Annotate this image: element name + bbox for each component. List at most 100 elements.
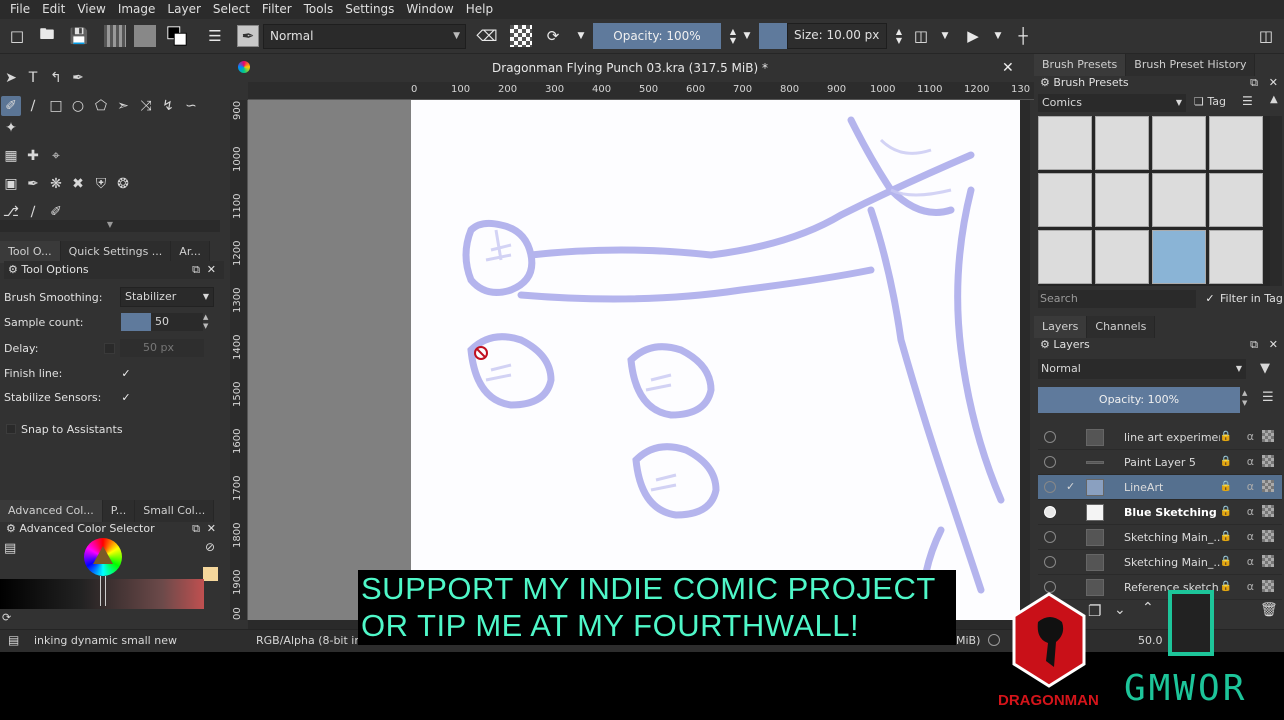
polyline-tool-icon[interactable]: ➣ [113,96,133,116]
tab-layers[interactable]: Layers [1034,316,1088,338]
alpha-icon[interactable]: α [1247,530,1254,543]
float-icon[interactable]: ⧉ [1250,336,1258,354]
tab-advanced-color[interactable]: Advanced Col... [0,500,103,522]
tab-brush-preset-history[interactable]: Brush Preset History [1126,54,1256,76]
layer-row[interactable]: line art experiment 🔒 α [1038,425,1282,450]
refresh-icon[interactable]: ⟳ [2,611,11,624]
toolbox-collapse-handle[interactable]: ▼ [0,220,220,232]
fg-bg-color-icon[interactable] [166,25,188,47]
open-folder-icon[interactable]: 🖿 [36,25,58,47]
brush-preset-tile[interactable] [1038,230,1092,284]
finish-line-checkbox[interactable]: ✓ [120,368,132,380]
tag-button[interactable]: ❏ Tag [1194,95,1226,108]
move-down-icon[interactable]: ⌄ [1114,602,1126,618]
lock-icon[interactable]: 🔒 [1220,481,1232,492]
brush-preset-tile[interactable] [1209,116,1263,170]
freehand-path-icon[interactable]: ↯ [158,96,178,116]
mirror-vertical-icon[interactable]: ▶ [962,25,984,47]
polygon-tool-icon[interactable]: ⬠ [91,96,111,116]
stabilize-sensors-checkbox[interactable]: ✓ [120,392,132,404]
brush-preset-tile[interactable] [1209,230,1263,284]
close-icon[interactable]: ✕ [207,261,216,279]
layer-opacity-spin-icon[interactable]: ▲ ▼ [1242,388,1247,408]
ellipse-tool-icon[interactable]: ○ [68,96,88,116]
layer-row[interactable]: Sketching Main_... 🔒 α [1038,550,1282,575]
alpha-icon[interactable]: α [1247,555,1254,568]
inherit-alpha-icon[interactable] [1262,430,1274,442]
brush-smoothing-select[interactable]: Stabilizer ▼ [120,287,214,307]
delay-checkbox[interactable] [104,343,115,354]
menu-tools[interactable]: Tools [298,0,340,19]
tab-tool-options[interactable]: Tool O... [0,241,61,263]
select-shape-icon[interactable]: ➤ [1,68,21,88]
size-slider-fill[interactable] [759,23,787,49]
visibility-eye-icon[interactable] [1044,481,1056,493]
menu-view[interactable]: View [71,0,111,19]
freehand-brush-icon[interactable]: ✐ [1,96,21,116]
brush-preset-tile[interactable] [1038,173,1092,227]
tab-artistic[interactable]: Ar... [171,241,210,263]
brush-tag-select[interactable]: Comics ▼ [1038,94,1186,112]
workspace-icon[interactable]: ◫ [1255,25,1277,47]
text-tool-icon[interactable]: T [23,68,43,88]
dynamic-brush-icon[interactable]: ∽ [181,96,201,116]
blend-mode-select[interactable]: Normal ▼ [263,24,466,49]
close-icon[interactable]: ✕ [207,520,216,538]
menu-layer[interactable]: Layer [161,0,206,19]
menu-edit[interactable]: Edit [36,0,71,19]
tab-small-color[interactable]: Small Col... [135,500,215,522]
chevron-down-icon[interactable]: ▼ [736,25,758,47]
brush-preset-tile[interactable] [1152,116,1206,170]
close-icon[interactable]: ✕ [1269,74,1278,92]
alpha-lock-icon[interactable] [510,25,532,47]
wrap-around-icon[interactable]: ┼ [1012,25,1034,47]
pattern-edit-icon[interactable]: ❂ [113,174,133,194]
lock-icon[interactable]: 🔒 [1220,531,1232,542]
brush-presets-icon[interactable]: ☰ [204,25,226,47]
inherit-alpha-icon[interactable] [1262,480,1274,492]
measure-tool-icon[interactable]: ⎇ [1,202,21,222]
edit-shape-icon[interactable]: ↰ [46,68,66,88]
brush-preset-tile[interactable] [1038,116,1092,170]
close-icon[interactable]: ✕ [1269,336,1278,354]
reset-color-icon[interactable]: ⊘ [205,540,215,554]
menu-select[interactable]: Select [207,0,256,19]
layer-blend-mode-select[interactable]: Normal ▼ [1038,359,1246,379]
pattern-swatch[interactable] [134,25,156,47]
size-slider[interactable]: Size: 10.00 px [787,23,887,49]
menu-file[interactable]: File [4,0,36,19]
line-tool-icon[interactable]: ∕ [23,96,43,116]
chevron-down-icon[interactable]: ▼ [570,25,592,47]
document-tab-title[interactable]: Dragonman Flying Punch 03.kra (317.5 MiB… [230,54,1030,82]
lock-icon[interactable]: 🔒 [1220,431,1232,442]
filter-icon[interactable]: ▼ [1260,361,1270,376]
gradient-tool-icon[interactable]: ▣ [1,174,21,194]
alpha-icon[interactable]: α [1247,455,1254,468]
crop-tool-icon[interactable]: ⌖ [46,146,66,166]
bezier-tool-icon[interactable]: ⤨ [136,96,156,116]
inherit-alpha-icon[interactable] [1262,580,1274,592]
alpha-icon[interactable]: α [1247,580,1254,593]
move-tool-icon[interactable]: ✚ [23,146,43,166]
duplicate-layer-icon[interactable]: ❐ [1088,602,1101,620]
sample-count-spin-icon[interactable]: ▲ ▼ [203,313,214,331]
brush-preset-tile[interactable] [1095,116,1149,170]
current-brush-icon[interactable]: ✒ [237,25,259,47]
color-picker-icon[interactable]: ✒ [23,174,43,194]
delay-input[interactable]: 50 px [120,339,204,357]
close-document-icon[interactable]: ✕ [1002,60,1014,76]
opacity-slider[interactable]: Opacity: 100% [593,23,721,49]
crop-select-icon[interactable]: ▦ [1,146,21,166]
visibility-eye-icon[interactable] [1044,506,1056,518]
menu-settings[interactable]: Settings [339,0,400,19]
layer-row[interactable]: Sketching Main_... 🔒 α [1038,525,1282,550]
chevron-down-icon[interactable]: ▼ [934,25,956,47]
alpha-icon[interactable]: α [1247,480,1254,493]
color-wheel[interactable] [84,538,122,576]
zoom-slider-handle-icon[interactable] [988,634,1000,646]
save-icon[interactable]: 💾 [68,25,90,47]
vertical-scrollbar[interactable] [1020,100,1030,620]
smart-patch-icon[interactable]: ❋ [46,174,66,194]
filter-in-tag-checkbox[interactable]: ✓ [1204,293,1216,305]
inherit-alpha-icon[interactable] [1262,530,1274,542]
